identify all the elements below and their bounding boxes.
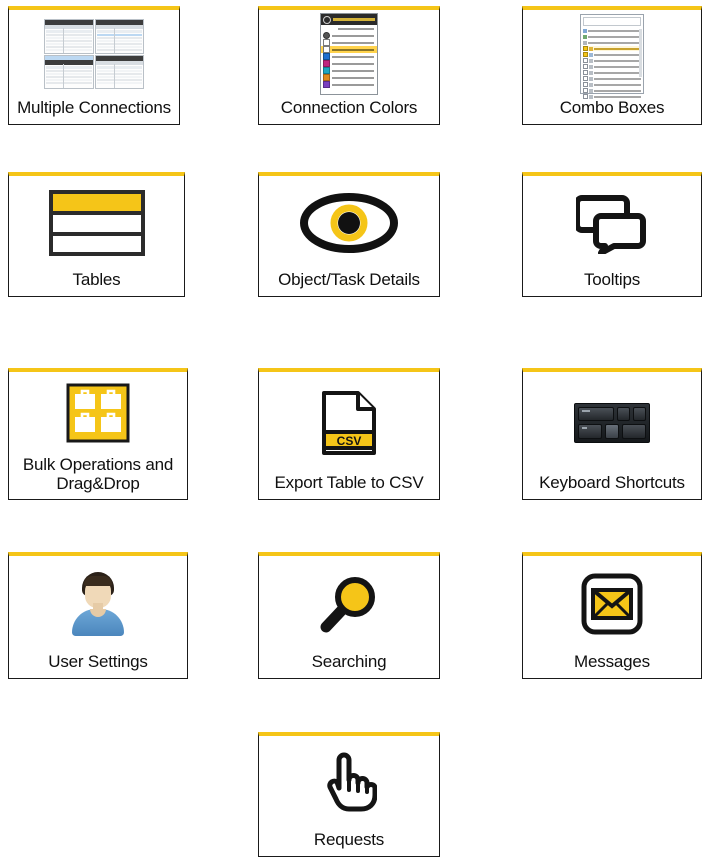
card-bulk-operations-and-drag-drop[interactable]: Bulk Operations and Drag&Drop bbox=[8, 368, 188, 500]
card-combo-boxes[interactable]: Combo Boxes bbox=[522, 6, 702, 125]
speech-bubbles-icon bbox=[576, 195, 646, 255]
card-export-table-to-csv[interactable]: CSV Export Table to CSV bbox=[258, 368, 440, 500]
icon-area: CSV bbox=[259, 372, 439, 473]
card-object-task-details[interactable]: Object/Task Details bbox=[258, 172, 440, 297]
keyboard-icon bbox=[574, 402, 650, 443]
card-label-line-2: Drag&Drop bbox=[56, 474, 140, 494]
icon-area bbox=[523, 556, 701, 652]
card-messages[interactable]: Messages bbox=[522, 552, 702, 679]
envelope-icon bbox=[581, 573, 643, 635]
scrollbar[interactable] bbox=[639, 29, 642, 78]
card-connection-colors[interactable]: Connection Colors bbox=[258, 6, 440, 125]
icon-area bbox=[259, 736, 439, 830]
icon-area bbox=[523, 10, 701, 100]
icon-area bbox=[9, 176, 184, 270]
csv-badge-text: CSV bbox=[337, 434, 362, 448]
icon-area bbox=[523, 176, 701, 270]
bulk-briefcases-icon bbox=[66, 383, 130, 443]
card-label: Requests bbox=[313, 830, 385, 850]
user-avatar-icon bbox=[69, 572, 127, 637]
table-icon bbox=[48, 190, 145, 257]
card-tooltips[interactable]: Tooltips bbox=[522, 172, 702, 297]
card-label-line-1: Bulk Operations and bbox=[22, 454, 174, 474]
icon-area bbox=[9, 372, 187, 455]
eye-icon bbox=[300, 193, 398, 254]
card-label: Export Table to CSV bbox=[274, 473, 424, 493]
icon-area bbox=[9, 556, 187, 652]
card-label: Connection Colors bbox=[280, 98, 418, 118]
combo-boxes-list-icon bbox=[580, 14, 644, 100]
card-user-settings[interactable]: User Settings bbox=[8, 552, 188, 679]
card-searching[interactable]: Searching bbox=[258, 552, 440, 679]
card-label: Tables bbox=[72, 270, 121, 290]
icon-area bbox=[9, 10, 179, 98]
card-requests[interactable]: Requests bbox=[258, 732, 440, 857]
card-label: Combo Boxes bbox=[559, 98, 665, 118]
feature-card-grid: Multiple Connections Connection Colors C… bbox=[0, 0, 706, 862]
card-label: User Settings bbox=[48, 652, 148, 672]
card-label: Object/Task Details bbox=[278, 270, 420, 290]
multiple-connections-screenshot-icon bbox=[44, 19, 144, 90]
card-keyboard-shortcuts[interactable]: Keyboard Shortcuts bbox=[522, 368, 702, 500]
magnifier-icon bbox=[320, 577, 375, 633]
card-label: Bulk Operations and Drag&Drop bbox=[9, 455, 187, 499]
card-label: Multiple Connections bbox=[17, 98, 171, 118]
icon-area bbox=[259, 176, 439, 270]
icon-area bbox=[259, 10, 439, 98]
card-label: Searching bbox=[311, 652, 387, 672]
card-label: Keyboard Shortcuts bbox=[539, 473, 685, 493]
connection-colors-menu-icon bbox=[320, 13, 378, 96]
icon-area bbox=[523, 372, 701, 473]
pointing-hand-icon bbox=[327, 752, 377, 812]
card-label: Messages bbox=[574, 652, 650, 672]
icon-area bbox=[259, 556, 439, 652]
card-tables[interactable]: Tables bbox=[8, 172, 185, 297]
card-label: Tooltips bbox=[583, 270, 641, 290]
card-multiple-connections[interactable]: Multiple Connections bbox=[8, 6, 180, 125]
csv-file-icon: CSV bbox=[322, 390, 376, 455]
